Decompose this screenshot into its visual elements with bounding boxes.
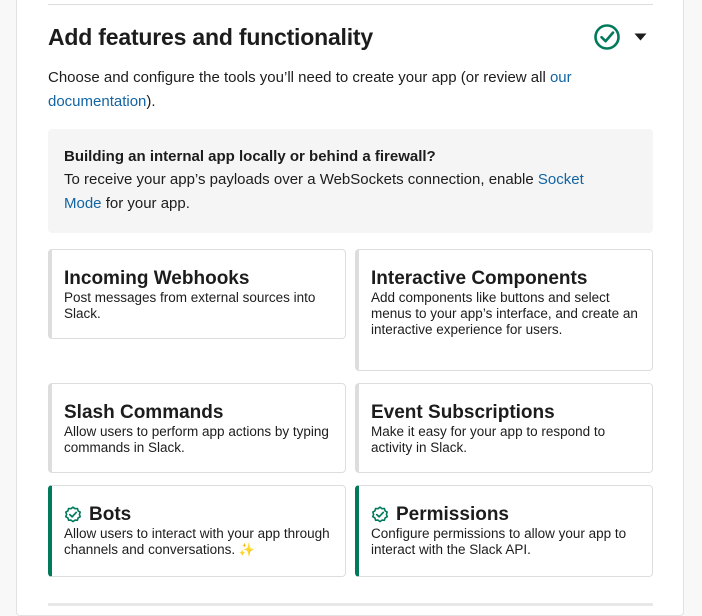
check-circle-icon [594, 24, 620, 50]
callout-suffix: for your app. [101, 195, 190, 212]
feature-title: Event Subscriptions [371, 402, 555, 423]
feature-title: Interactive Components [371, 268, 588, 289]
feature-card-interactive-components[interactable]: Interactive Components Add components li… [355, 249, 653, 371]
feature-title-row: Permissions [371, 504, 640, 526]
badge-check-icon [372, 506, 388, 523]
feature-description: Add components like buttons and select m… [371, 290, 638, 337]
caret-down-icon[interactable] [634, 33, 647, 41]
callout-body: To receive your app’s payloads over a We… [64, 168, 637, 216]
callout-text: To receive your app’s payloads over a We… [64, 171, 538, 188]
top-divider [48, 4, 653, 5]
badge-check-icon [65, 506, 81, 523]
sparkles-icon: ✨ [238, 542, 256, 557]
feature-description: Allow users to perform app actions by ty… [64, 424, 329, 455]
feature-description: Allow users to interact with your app th… [64, 526, 330, 557]
feature-title: Incoming Webhooks [64, 268, 250, 289]
feature-card-event-subscriptions[interactable]: Event Subscriptions Make it easy for you… [355, 383, 653, 473]
feature-title: Permissions [396, 504, 509, 525]
feature-description: Make it easy for your app to respond to … [371, 424, 606, 455]
callout-title: Building an internal app locally or behi… [64, 148, 436, 165]
feature-description-row: Allow users to interact with your app th… [64, 526, 333, 558]
feature-card-bots[interactable]: Bots Allow users to interact with your a… [48, 485, 346, 577]
socket-mode-callout: Building an internal app locally or behi… [48, 129, 653, 233]
feature-title: Bots [89, 504, 132, 525]
section-title: Add features and functionality [48, 24, 373, 50]
feature-description: Configure permissions to allow your app … [371, 526, 627, 557]
feature-card-incoming-webhooks[interactable]: Incoming Webhooks Post messages from ext… [48, 249, 346, 339]
feature-card-permissions[interactable]: Permissions Configure permissions to all… [355, 485, 653, 577]
feature-card-slash-commands[interactable]: Slash Commands Allow users to perform ap… [48, 383, 346, 473]
intro-text: Choose and configure the tools you’ll ne… [48, 69, 550, 86]
feature-description: Post messages from external sources into… [64, 290, 316, 321]
feature-title: Slash Commands [64, 402, 224, 423]
intro-suffix: ). [146, 93, 156, 110]
section-intro: Choose and configure the tools you’ll ne… [48, 66, 628, 114]
feature-title-row: Bots [64, 504, 333, 526]
